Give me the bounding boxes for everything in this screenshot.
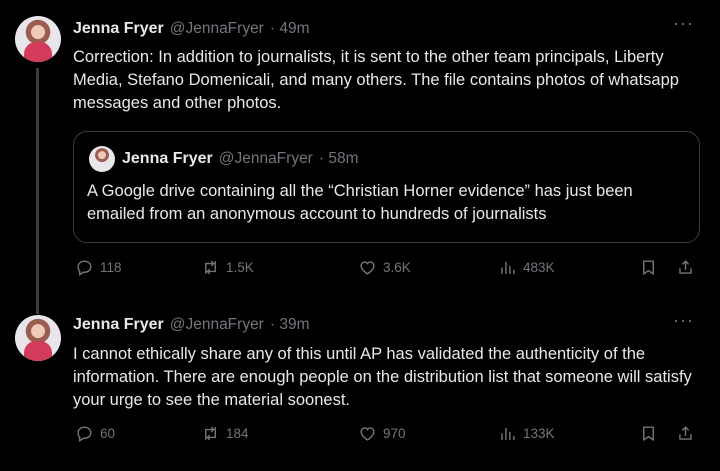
reply-icon <box>77 260 92 276</box>
share-icon <box>679 426 692 440</box>
views-button[interactable]: 483K <box>498 258 555 277</box>
repost-icon <box>205 260 216 275</box>
repost-button[interactable]: 1.5K <box>201 258 254 277</box>
action-bar: 60 184 970 133K <box>73 424 703 448</box>
tweet-header: Jenna Fryer @JennaFryer · 49m <box>73 20 309 38</box>
heart-icon <box>360 261 375 275</box>
share-button[interactable] <box>676 258 695 277</box>
more-options-button[interactable]: ··· <box>673 13 694 34</box>
share-icon <box>679 260 692 274</box>
author-name[interactable]: Jenna Fryer <box>73 20 164 38</box>
quoted-tweet[interactable]: Jenna Fryer @JennaFryer · 58m A Google d… <box>73 131 700 243</box>
views-count: 483K <box>523 260 555 275</box>
like-button[interactable]: 970 <box>358 424 406 443</box>
views-count: 133K <box>523 426 555 441</box>
tweet-text: Correction: In addition to journalists, … <box>73 48 679 112</box>
quoted-timestamp: · 58m <box>318 150 359 167</box>
bookmark-icon <box>643 260 654 276</box>
quoted-tweet-text: A Google drive containing all the “Chris… <box>87 182 633 223</box>
tweet-header: Jenna Fryer @JennaFryer · 39m <box>73 316 309 334</box>
heart-icon <box>360 427 375 441</box>
tweet[interactable]: Jenna Fryer @JennaFryer · 49m ··· Correc… <box>0 0 720 300</box>
author-handle[interactable]: @JennaFryer <box>170 316 264 334</box>
timestamp[interactable]: · 39m <box>270 316 310 334</box>
quoted-tweet-header: Jenna Fryer @JennaFryer · 58m <box>122 150 358 168</box>
repost-icon <box>205 426 216 441</box>
author-name[interactable]: Jenna Fryer <box>73 316 164 334</box>
repost-button[interactable]: 184 <box>201 424 249 443</box>
tweet-text: I cannot ethically share any of this unt… <box>73 345 692 409</box>
quoted-author-name: Jenna Fryer <box>122 150 213 167</box>
repost-count: 1.5K <box>226 260 254 275</box>
like-count: 3.6K <box>383 260 411 275</box>
reply-button[interactable]: 118 <box>75 258 122 277</box>
reply-icon <box>77 426 92 442</box>
author-handle[interactable]: @JennaFryer <box>170 20 264 38</box>
views-icon <box>501 261 515 274</box>
repost-count: 184 <box>226 426 249 441</box>
like-button[interactable]: 3.6K <box>358 258 411 277</box>
more-options-button[interactable]: ··· <box>673 310 694 331</box>
reply-count: 118 <box>100 260 122 275</box>
avatar[interactable] <box>15 315 61 361</box>
reply-count: 60 <box>100 426 116 441</box>
action-bar: 118 1.5K 3.6K 483K <box>73 258 703 282</box>
tweet[interactable]: Jenna Fryer @JennaFryer · 39m ··· I cann… <box>0 300 720 471</box>
bookmark-button[interactable] <box>639 424 658 443</box>
like-count: 970 <box>383 426 406 441</box>
bookmark-icon <box>643 426 654 442</box>
bookmark-button[interactable] <box>639 258 658 277</box>
views-button[interactable]: 133K <box>498 424 555 443</box>
timestamp[interactable]: · 49m <box>270 20 310 38</box>
avatar[interactable] <box>15 16 61 62</box>
views-icon <box>501 427 515 440</box>
reply-button[interactable]: 60 <box>75 424 115 443</box>
share-button[interactable] <box>676 424 695 443</box>
quoted-author-handle: @JennaFryer <box>218 150 313 167</box>
quoted-avatar <box>89 146 115 172</box>
